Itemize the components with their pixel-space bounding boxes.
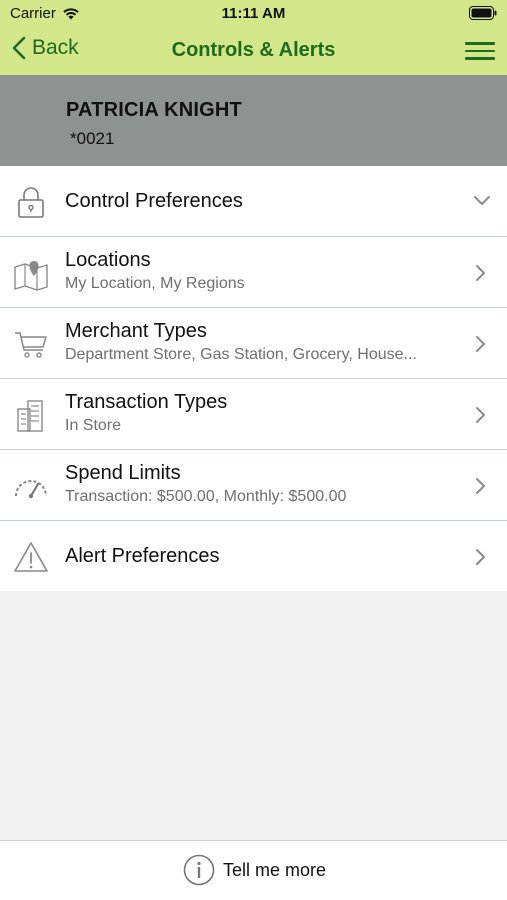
chevron-right-icon xyxy=(476,478,485,494)
row-title: Transaction Types xyxy=(65,391,228,413)
controls-list: Control Preferences Locations My Locatio… xyxy=(0,166,507,591)
row-title: Alert Preferences xyxy=(65,545,220,567)
menu-line xyxy=(465,42,495,45)
navigation-bar: Back Controls & Alerts xyxy=(0,28,507,75)
alert-preferences-row[interactable]: Alert Preferences xyxy=(0,521,507,591)
row-title: Control Preferences xyxy=(65,190,243,212)
tell-me-more-label: Tell me more xyxy=(223,859,327,880)
merchant-types-row[interactable]: Merchant Types Department Store, Gas Sta… xyxy=(0,308,507,379)
map-pin-icon xyxy=(14,261,48,291)
chevron-right-icon xyxy=(476,407,485,423)
speedometer-icon xyxy=(15,480,47,499)
account-number: *0021 xyxy=(70,129,115,148)
building-icon xyxy=(17,400,43,432)
account-banner: PATRICIA KNIGHT *0021 xyxy=(0,75,507,166)
page-title: Controls & Alerts xyxy=(171,39,336,61)
battery-icon xyxy=(469,6,497,24)
row-subtitle: Transaction: $500.00, Monthly: $500.00 xyxy=(65,488,347,505)
control-preferences-row[interactable]: Control Preferences xyxy=(0,166,507,237)
info-icon xyxy=(183,854,215,886)
menu-line xyxy=(465,57,495,60)
footer-bar: Tell me more xyxy=(0,840,507,900)
chevron-right-icon xyxy=(476,265,485,281)
row-title: Merchant Types xyxy=(65,320,207,342)
row-subtitle: Department Store, Gas Station, Grocery, … xyxy=(65,346,417,363)
status-time: 11:11 AM xyxy=(221,5,286,22)
row-subtitle: In Store xyxy=(65,417,122,434)
transaction-types-row[interactable]: Transaction Types In Store xyxy=(0,379,507,450)
row-title: Spend Limits xyxy=(65,462,181,484)
menu-line xyxy=(465,49,495,52)
spend-limits-row[interactable]: Spend Limits Transaction: $500.00, Month… xyxy=(0,450,507,521)
shopping-cart-icon xyxy=(15,332,47,358)
row-subtitle: My Location, My Regions xyxy=(65,275,245,292)
chevron-right-icon xyxy=(476,336,485,352)
warning-icon xyxy=(14,542,48,572)
chevron-down-icon xyxy=(474,196,490,205)
lock-icon xyxy=(18,187,44,218)
locations-row[interactable]: Locations My Location, My Regions xyxy=(0,237,507,308)
account-holder-name: PATRICIA KNIGHT xyxy=(66,99,242,121)
chevron-right-icon xyxy=(476,549,485,565)
status-bar: Carrier 11:11 AM xyxy=(0,0,507,28)
row-title: Locations xyxy=(65,249,151,271)
tell-me-more-button[interactable]: Tell me more xyxy=(183,854,326,886)
hamburger-menu-button[interactable] xyxy=(465,42,495,62)
